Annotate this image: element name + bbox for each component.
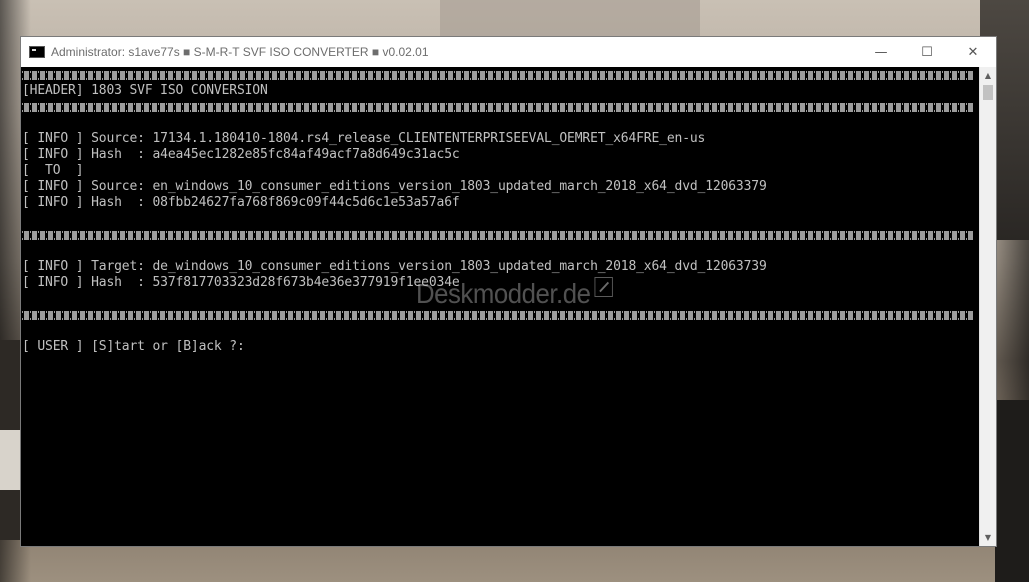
info-source-line: [ INFO ] Source: en_windows_10_consumer_…	[22, 179, 767, 194]
window-title: Administrator: s1ave77s ■ S-M-R-T SVF IS…	[51, 45, 429, 59]
chevron-up-icon[interactable]: ▲	[980, 67, 996, 84]
pencil-icon	[594, 277, 613, 297]
header-line: [HEADER] 1803 SVF ISO CONVERSION	[22, 83, 268, 98]
info-hash-line: [ INFO ] Hash : a4ea45ec1282e85fc84af49a…	[22, 147, 460, 162]
info-source-line: [ INFO ] Source: 17134.1.180410-1804.rs4…	[22, 131, 706, 146]
window-controls: — ☐ ✕	[858, 37, 996, 67]
console-icon[interactable]	[29, 46, 45, 58]
maximize-button[interactable]: ☐	[904, 37, 950, 67]
user-prompt[interactable]: [ USER ] [S]tart or [B]ack ?:	[22, 339, 245, 355]
desktop-background	[440, 0, 700, 40]
title-bar[interactable]: Administrator: s1ave77s ■ S-M-R-T SVF IS…	[21, 37, 996, 67]
separator-line	[22, 103, 973, 112]
info-hash-line: [ INFO ] Hash : 537f817703323d28f673b4e3…	[22, 275, 460, 290]
to-line: [ TO ]	[22, 163, 84, 178]
watermark: Deskmodder.de	[416, 277, 613, 310]
desktop-background	[0, 430, 22, 490]
separator-line	[22, 71, 973, 80]
info-target-line: [ INFO ] Target: de_windows_10_consumer_…	[22, 259, 767, 274]
separator-line	[22, 231, 973, 240]
minimize-button[interactable]: —	[858, 37, 904, 67]
watermark-text: Deskmodder.de	[416, 278, 591, 309]
scroll-thumb[interactable]	[983, 85, 993, 100]
desktop-background	[995, 400, 1029, 582]
info-hash-line: [ INFO ] Hash : 08fbb24627fa768f869c09f4…	[22, 195, 460, 210]
separator-line	[22, 311, 973, 320]
vertical-scrollbar[interactable]: ▲ ▼	[979, 67, 996, 546]
close-button[interactable]: ✕	[950, 37, 996, 67]
chevron-down-icon[interactable]: ▼	[980, 529, 996, 546]
